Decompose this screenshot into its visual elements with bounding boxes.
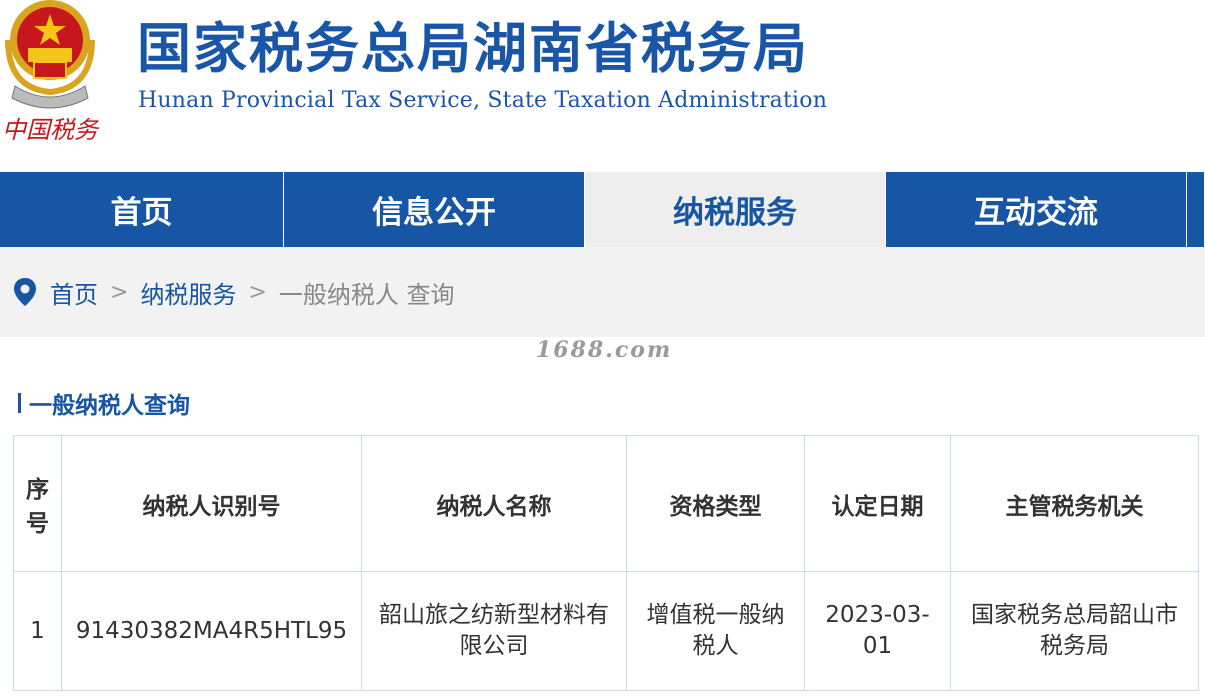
column-header-recognition-date: 认定日期	[804, 435, 951, 572]
breadcrumb: 首页 > 纳税服务 > 一般纳税人 查询	[12, 247, 455, 337]
cell-index: 1	[13, 571, 62, 691]
column-header-index: 序号	[13, 435, 62, 572]
national-emblem-icon: 中国税务	[2, 0, 100, 144]
breadcrumb-separator: >	[110, 279, 129, 305]
cell-recognition-date: 2023-03-01	[804, 571, 951, 691]
breadcrumb-home-link[interactable]: 首页	[50, 275, 98, 310]
table-header-row: 序号 纳税人识别号 纳税人名称 资格类型 认定日期 主管税务机关	[13, 435, 1199, 572]
column-header-taxpayer-id: 纳税人识别号	[61, 435, 362, 572]
section-marker	[18, 393, 21, 413]
main-nav: 首页 信息公开 纳税服务 互动交流	[0, 172, 1205, 247]
nav-item-tax-services[interactable]: 纳税服务	[585, 172, 886, 247]
nav-item-interaction[interactable]: 互动交流	[886, 172, 1187, 247]
column-header-taxpayer-name: 纳税人名称	[361, 435, 627, 572]
nav-item-info-disclosure[interactable]: 信息公开	[284, 172, 585, 247]
cell-taxpayer-id: 91430382MA4R5HTL95	[61, 571, 362, 691]
breadcrumb-separator: >	[248, 279, 267, 305]
breadcrumb-section-link[interactable]: 纳税服务	[140, 275, 236, 310]
site-header: 中国税务 国家税务总局湖南省税务局 Hunan Provincial Tax S…	[0, 0, 1205, 172]
breadcrumb-bar: 首页 > 纳税服务 > 一般纳税人 查询	[0, 247, 1205, 337]
logo-text: 中国税务	[2, 116, 100, 144]
site-subtitle: Hunan Provincial Tax Service, State Taxa…	[138, 88, 828, 113]
nav-item-home[interactable]: 首页	[0, 172, 284, 247]
taxpayer-result-table: 序号 纳税人识别号 纳税人名称 资格类型 认定日期 主管税务机关 1 91430…	[13, 435, 1199, 691]
site-title: 国家税务总局湖南省税务局	[137, 17, 809, 80]
cell-qualification-type: 增值税一般纳税人	[626, 571, 805, 691]
section-heading: 一般纳税人查询	[18, 386, 190, 420]
breadcrumb-current: 一般纳税人 查询	[278, 280, 455, 309]
table-row: 1 91430382MA4R5HTL95 韶山旅之纺新型材料有限公司 增值税一般…	[13, 571, 1199, 691]
watermark: 1688.com	[536, 337, 673, 363]
nav-item-more[interactable]	[1187, 172, 1205, 247]
column-header-tax-authority: 主管税务机关	[950, 435, 1199, 572]
cell-taxpayer-name: 韶山旅之纺新型材料有限公司	[361, 571, 627, 691]
section-title: 一般纳税人查询	[29, 393, 190, 419]
cell-tax-authority: 国家税务总局韶山市税务局	[950, 571, 1199, 691]
column-header-qualification-type: 资格类型	[626, 435, 805, 572]
location-pin-icon	[14, 278, 36, 306]
